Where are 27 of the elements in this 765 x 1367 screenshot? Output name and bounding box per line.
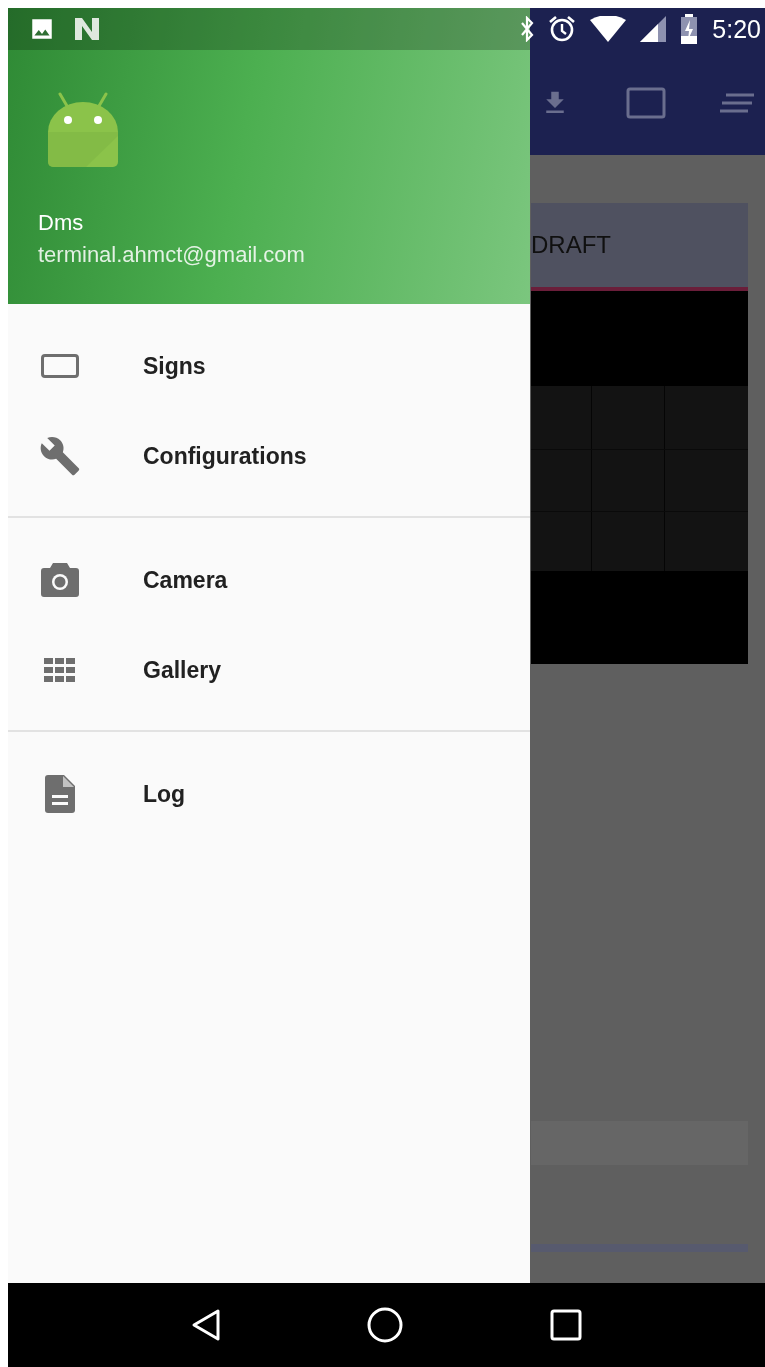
drawer-item[interactable]: Signs bbox=[8, 321, 530, 411]
document-icon bbox=[45, 775, 75, 813]
clock-time: 5:20 bbox=[712, 14, 761, 44]
account-email: terminal.ahmct@gmail.com bbox=[38, 241, 306, 269]
card-title: DRAFT bbox=[531, 231, 611, 259]
rectangle-icon[interactable] bbox=[626, 86, 666, 119]
grid-icon bbox=[44, 658, 76, 682]
wrench-icon bbox=[39, 435, 81, 477]
wifi-icon bbox=[590, 16, 627, 42]
image-icon bbox=[29, 16, 55, 42]
back-icon[interactable] bbox=[191, 1308, 222, 1342]
drawer-item[interactable]: Configurations bbox=[8, 411, 530, 501]
drawer-item[interactable]: Gallery bbox=[8, 625, 530, 715]
home-icon[interactable] bbox=[367, 1307, 404, 1343]
android-robot-icon bbox=[46, 92, 120, 168]
input-field[interactable] bbox=[531, 1121, 748, 1165]
battery-charging-icon bbox=[680, 14, 699, 44]
recents-icon[interactable] bbox=[549, 1309, 582, 1341]
account-name: Dms bbox=[38, 209, 85, 237]
drawer-item[interactable]: Camera bbox=[8, 535, 530, 625]
signal-icon bbox=[640, 16, 667, 42]
n-logo-icon bbox=[73, 16, 101, 42]
bluetooth-icon bbox=[520, 16, 535, 42]
alarm-clock-icon bbox=[548, 15, 577, 43]
camera-icon bbox=[41, 563, 79, 597]
drawer-item[interactable]: Log bbox=[8, 749, 530, 839]
rectangle-icon bbox=[41, 354, 79, 378]
